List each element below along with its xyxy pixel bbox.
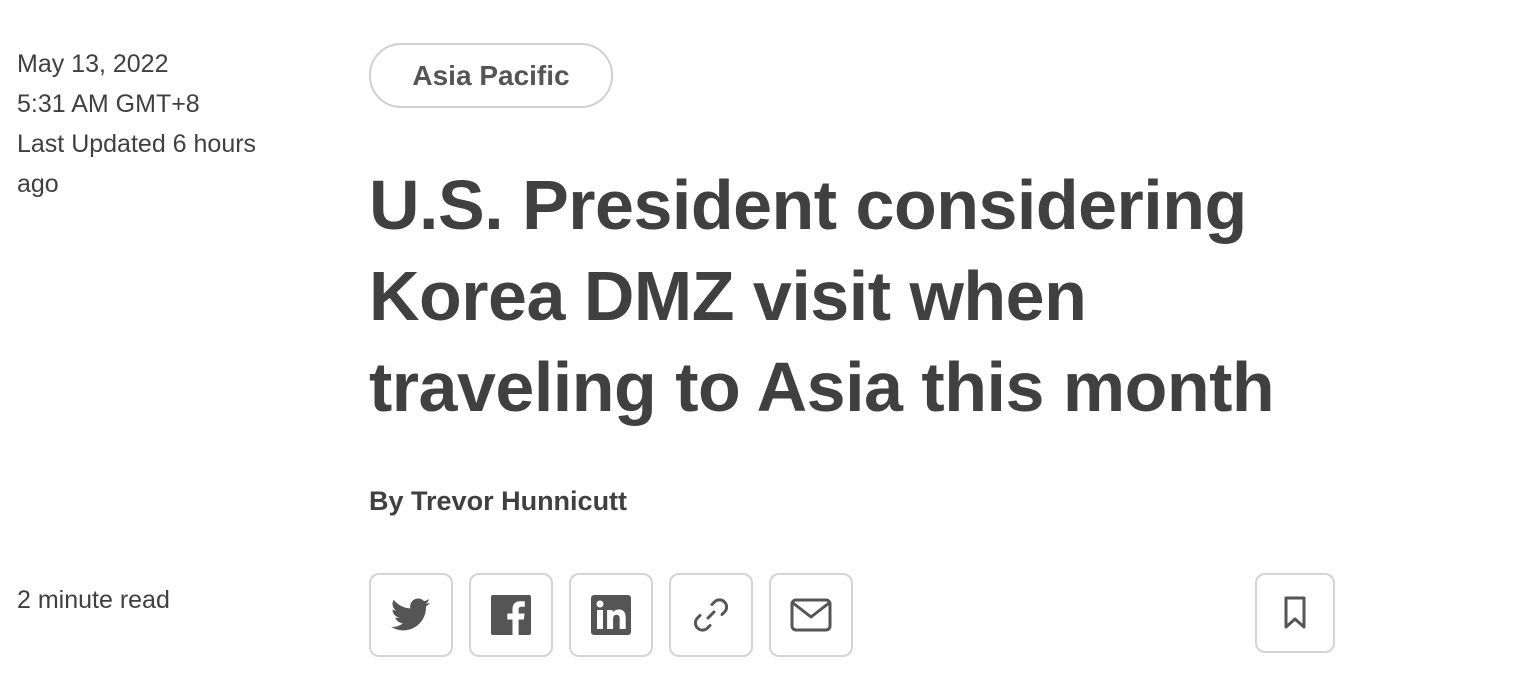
last-updated-line1: Last Updated 6 hours [17, 130, 257, 158]
twitter-icon [391, 598, 431, 631]
last-updated-line2: ago [17, 170, 59, 198]
byline: By Trevor Hunnicutt [369, 481, 627, 521]
link-icon [693, 598, 729, 632]
article-timestamp: May 13, 2022 5:31 AM GMT+8 Last Updated … [17, 44, 317, 204]
article-headline: U.S. President considering Korea DMZ vis… [369, 166, 1275, 426]
section-tag-link[interactable]: Asia Pacific [369, 43, 613, 108]
bookmark-icon [1284, 596, 1306, 629]
share-email-button[interactable] [769, 573, 853, 657]
email-icon [790, 598, 832, 632]
author-link[interactable]: Trevor Hunnicutt [411, 486, 627, 516]
read-time: 2 minute read [17, 586, 170, 614]
facebook-icon [491, 595, 531, 635]
linkedin-icon [591, 595, 631, 635]
share-twitter-button[interactable] [369, 573, 453, 657]
publish-date: May 13, 2022 [17, 50, 169, 78]
publish-time: 5:31 AM GMT+8 [17, 90, 200, 118]
byline-prefix: By [369, 486, 412, 516]
share-linkedin-button[interactable] [569, 573, 653, 657]
bookmark-button[interactable] [1255, 573, 1335, 653]
copy-link-button[interactable] [669, 573, 753, 657]
section-tag-label: Asia Pacific [412, 59, 570, 91]
share-facebook-button[interactable] [469, 573, 553, 657]
